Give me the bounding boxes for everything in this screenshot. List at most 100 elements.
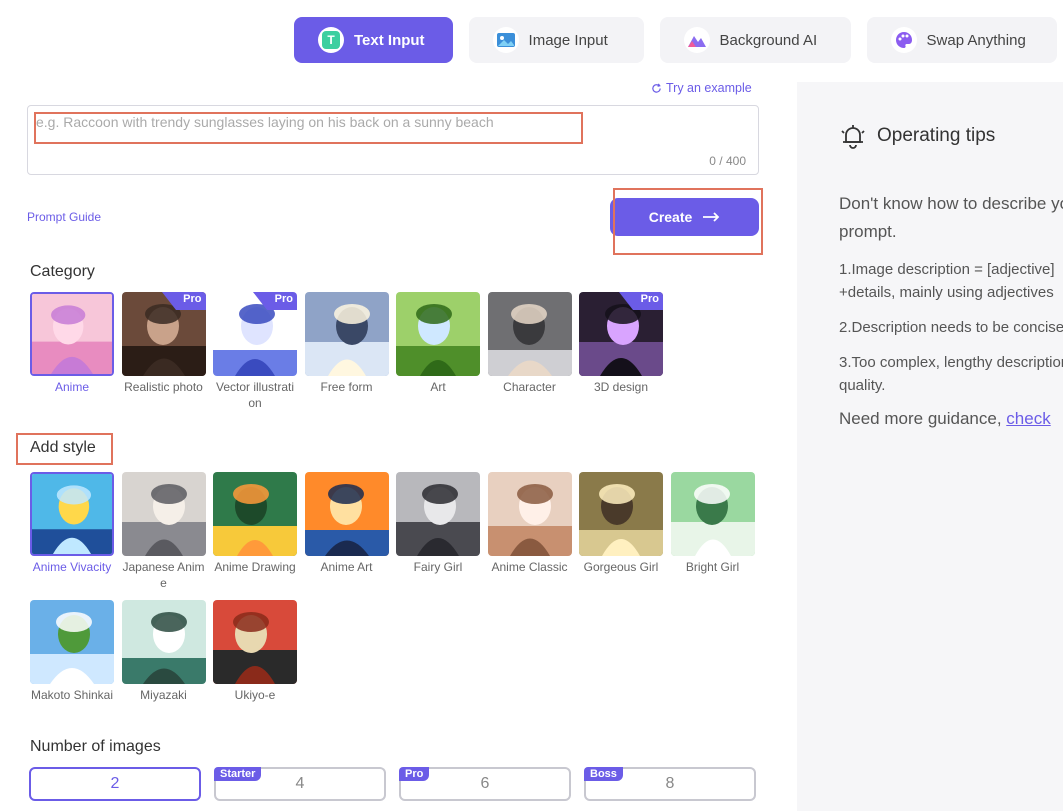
- style-label: Makoto Shinkai: [30, 688, 114, 702]
- style-item[interactable]: Japanese Anime: [121, 472, 206, 591]
- category-label: Vector illustration: [215, 380, 295, 410]
- tip-3-line2: quality.: [839, 377, 886, 394]
- palette-icon: [890, 27, 917, 53]
- category-thumbnail: Pro: [213, 292, 297, 376]
- plan-badge: Boss: [584, 767, 623, 781]
- tips-title: Operating tips: [877, 125, 996, 146]
- category-label: Anime: [54, 380, 89, 394]
- tip-3-line1: 3.Too complex, lengthy descriptions: [839, 354, 1063, 371]
- num-images-option[interactable]: Pro 6: [399, 767, 571, 801]
- tips-more-text: Need more guidance,: [839, 409, 1007, 428]
- character-counter: 0 / 400: [709, 154, 746, 168]
- category-item[interactable]: Pro 3D design: [579, 292, 663, 395]
- highlight-annotation: [613, 188, 763, 255]
- style-item[interactable]: Bright Girl: [670, 472, 755, 575]
- tab-label: Text Input: [354, 31, 425, 49]
- pro-badge-text: Pro: [640, 293, 659, 305]
- category-thumbnail: [30, 292, 114, 376]
- try-example-label: Try an example: [666, 81, 752, 95]
- category-label: 3D design: [593, 380, 649, 394]
- tab-label: Background AI: [719, 31, 818, 49]
- style-thumbnail: [213, 472, 297, 556]
- category-thumbnail: Pro: [579, 292, 663, 376]
- tips-intro-line2: prompt.: [839, 222, 897, 241]
- tab-image-input[interactable]: Image Input: [468, 17, 644, 63]
- style-item[interactable]: Ukiyo-e: [213, 600, 297, 703]
- category-thumbnail: [396, 292, 480, 376]
- style-item[interactable]: Anime Drawing: [213, 472, 297, 575]
- tips-intro-line1: Don't know how to describe your: [839, 194, 1063, 213]
- style-label: Bright Girl: [685, 560, 740, 574]
- pro-badge: Pro: [619, 292, 663, 310]
- style-thumbnail: [304, 472, 389, 556]
- pro-badge: Pro: [161, 292, 206, 310]
- tips-more-link[interactable]: check: [1006, 409, 1050, 428]
- tip-1: 1.Image description = [adjective] +detai…: [839, 258, 1063, 304]
- style-thumbnail: [670, 472, 755, 556]
- input-mode-tabs: T Text Input Image Input Background AI S…: [294, 17, 1057, 63]
- image-icon: [492, 27, 519, 53]
- tab-background-ai[interactable]: Background AI: [659, 17, 851, 63]
- category-item[interactable]: Pro Realistic photo: [121, 292, 206, 395]
- bell-icon: [841, 125, 865, 149]
- style-thumbnail: [121, 472, 206, 556]
- plan-badge: Pro: [399, 767, 430, 781]
- num-images-value: 6: [480, 775, 490, 792]
- num-images-value: 8: [665, 775, 675, 792]
- style-label: Japanese Anime: [122, 560, 205, 590]
- style-thumbnail: [121, 600, 206, 684]
- style-item[interactable]: Anime Classic: [487, 472, 572, 575]
- tips-header: Operating tips: [839, 122, 995, 150]
- category-item[interactable]: Pro Vector illustration: [213, 292, 297, 411]
- category-item[interactable]: Art: [396, 292, 480, 395]
- prompt-guide-link[interactable]: Prompt Guide: [27, 210, 101, 224]
- tab-label: Swap Anything: [926, 31, 1026, 49]
- style-item[interactable]: Anime Art: [304, 472, 389, 575]
- num-images-option[interactable]: 2: [29, 767, 201, 801]
- tips-body: Don't know how to describe your prompt. …: [839, 190, 1063, 429]
- style-label: Fairy Girl: [413, 560, 463, 574]
- prompt-box: 0 / 400: [27, 105, 759, 175]
- category-thumbnail: [487, 292, 572, 376]
- category-thumbnail: [304, 292, 389, 376]
- category-item[interactable]: Character: [487, 292, 572, 395]
- category-title: Category: [30, 263, 95, 280]
- style-label: Anime Classic: [491, 560, 568, 574]
- style-item[interactable]: Makoto Shinkai: [30, 600, 114, 703]
- tab-text-input[interactable]: T Text Input: [294, 17, 453, 63]
- try-example-link[interactable]: Try an example: [651, 81, 752, 95]
- style-thumbnail: [30, 600, 114, 684]
- style-label: Anime Art: [320, 560, 373, 574]
- style-thumbnail: [30, 472, 114, 556]
- num-images-value: 2: [110, 775, 120, 792]
- style-label: Anime Vivacity: [32, 560, 112, 574]
- pro-badge: Pro: [253, 292, 297, 310]
- tip-2: 2.Description needs to be concise: [839, 319, 1063, 336]
- tip-1-line1: 1.Image description = [adjective]: [839, 261, 1055, 278]
- text-icon: T: [318, 27, 344, 53]
- style-item[interactable]: Anime Vivacity: [30, 472, 114, 575]
- num-images-option[interactable]: Starter 4: [214, 767, 386, 801]
- num-images-value: 4: [295, 775, 305, 792]
- category-label: Art: [430, 380, 446, 394]
- tab-swap-anything[interactable]: Swap Anything: [866, 17, 1057, 63]
- tip-3: 3.Too complex, lengthy descriptions qual…: [839, 351, 1063, 397]
- style-item[interactable]: Fairy Girl: [396, 472, 480, 575]
- style-label: Anime Drawing: [214, 560, 296, 574]
- style-thumbnail: [579, 472, 663, 556]
- style-label: Gorgeous Girl: [583, 560, 659, 574]
- style-item[interactable]: Miyazaki: [121, 600, 206, 703]
- category-item[interactable]: Free form: [304, 292, 389, 395]
- style-item[interactable]: Gorgeous Girl: [579, 472, 663, 575]
- style-thumbnail: [487, 472, 572, 556]
- category-label: Realistic photo: [124, 380, 203, 394]
- style-label: Miyazaki: [140, 688, 187, 702]
- num-images-option[interactable]: Boss 8: [584, 767, 756, 801]
- category-item[interactable]: Anime: [30, 292, 114, 395]
- category-label: Character: [503, 380, 556, 394]
- refresh-icon: [652, 83, 661, 93]
- category-label: Free form: [320, 380, 373, 394]
- style-label: Ukiyo-e: [234, 688, 276, 702]
- plan-badge: Starter: [214, 767, 262, 781]
- num-images-title: Number of images: [30, 738, 161, 755]
